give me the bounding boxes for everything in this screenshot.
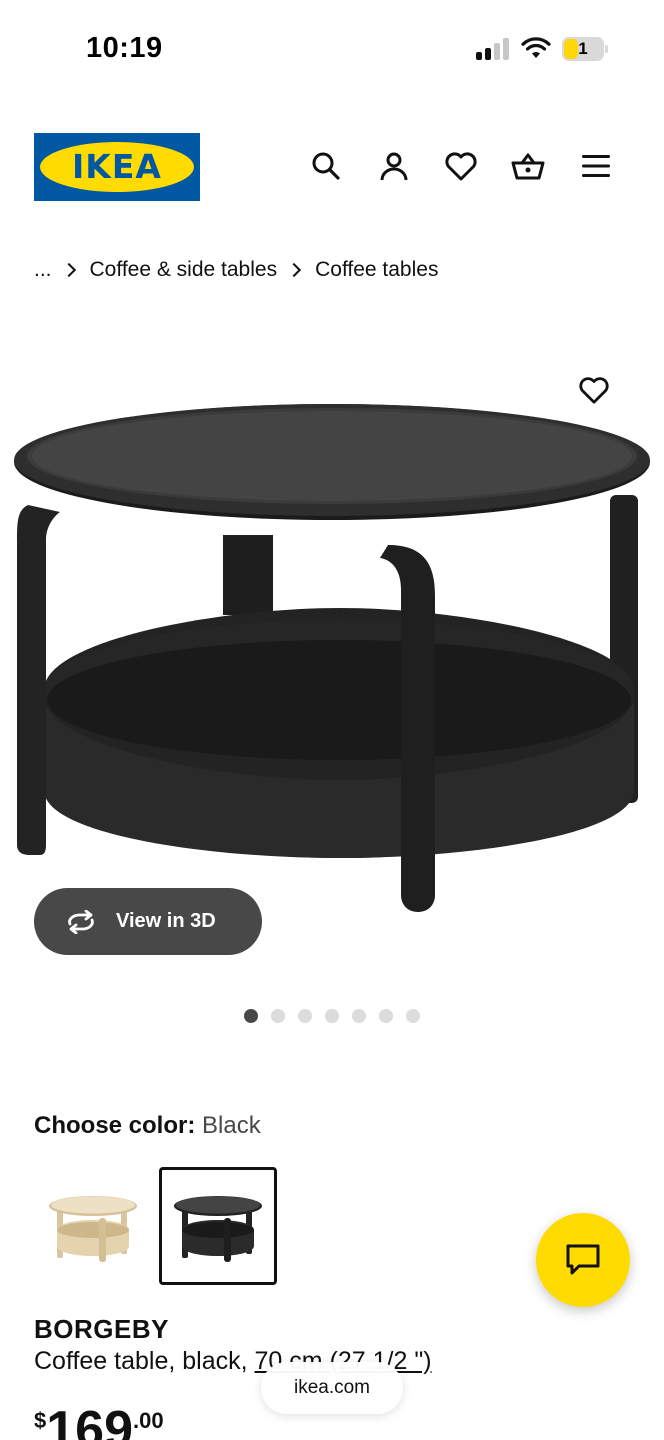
product-price: $169.00 <box>34 1404 164 1440</box>
breadcrumb-ellipsis[interactable]: ... <box>34 258 52 282</box>
browser-url-bar[interactable]: ikea.com <box>261 1362 403 1414</box>
heart-icon[interactable] <box>443 148 479 184</box>
carousel-dot[interactable] <box>271 1009 285 1023</box>
chevron-right-icon <box>287 262 302 278</box>
choose-color-label: Choose color: <box>34 1112 196 1139</box>
ikea-logo[interactable]: IKEA <box>34 133 200 201</box>
price-decimal: .00 <box>133 1408 164 1433</box>
carousel-dot[interactable] <box>379 1009 393 1023</box>
color-swatch-black[interactable] <box>159 1167 277 1285</box>
rotate-3d-icon <box>68 909 94 934</box>
account-icon[interactable] <box>376 148 412 184</box>
product-name: BORGEBY <box>34 1314 169 1344</box>
status-bar: 10:19 1 <box>0 0 664 100</box>
chevron-right-icon <box>61 262 76 278</box>
basket-icon[interactable] <box>510 148 546 184</box>
chat-button[interactable] <box>536 1213 630 1307</box>
carousel-dot[interactable] <box>244 1009 258 1023</box>
breadcrumb: ... Coffee & side tables Coffee tables <box>34 256 438 284</box>
chat-bubble-icon <box>566 1244 600 1275</box>
selected-color-value: Black <box>202 1112 261 1139</box>
url-text: ikea.com <box>293 1377 371 1398</box>
color-chooser-heading: Choose color: Black <box>34 1112 261 1140</box>
carousel-dot[interactable] <box>298 1009 312 1023</box>
battery-level: 1 <box>578 39 588 58</box>
price-integer: 169 <box>46 1401 134 1440</box>
add-to-wishlist-icon[interactable] <box>578 375 614 411</box>
view-in-3d-label: View in 3D <box>116 910 216 932</box>
carousel-dot[interactable] <box>406 1009 420 1023</box>
carousel-dots <box>244 1009 420 1023</box>
breadcrumb-coffee-tables[interactable]: Coffee tables <box>315 258 438 282</box>
battery-icon: 1 <box>562 37 608 61</box>
breadcrumb-coffee-side-tables[interactable]: Coffee & side tables <box>90 258 278 282</box>
carousel-dot[interactable] <box>352 1009 366 1023</box>
wifi-icon <box>521 36 551 60</box>
view-in-3d-button[interactable]: View in 3D <box>34 888 262 955</box>
product-type: Coffee table, black, <box>34 1347 255 1375</box>
carousel-dot[interactable] <box>325 1009 339 1023</box>
product-image[interactable] <box>0 380 664 920</box>
logo-text: IKEA <box>72 147 162 186</box>
menu-icon[interactable] <box>578 148 614 184</box>
color-swatch-birch[interactable] <box>34 1167 152 1285</box>
status-time: 10:19 <box>86 32 163 64</box>
signal-icon <box>476 38 510 60</box>
search-icon[interactable] <box>308 148 344 184</box>
price-currency: $ <box>34 1408 47 1433</box>
